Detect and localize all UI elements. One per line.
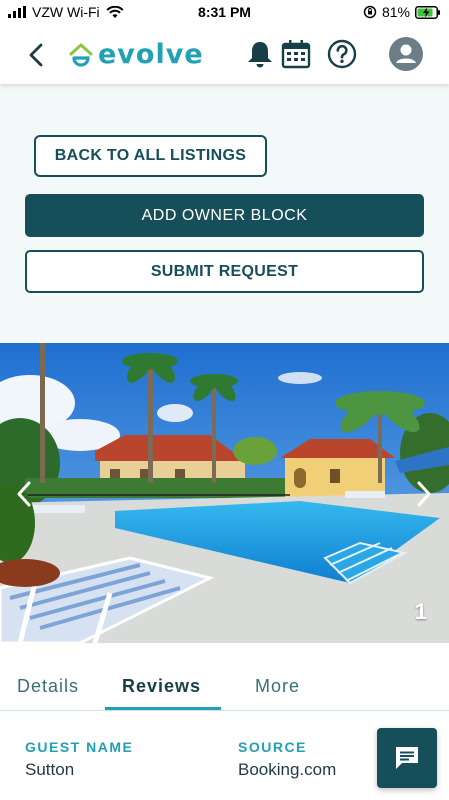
active-tab-indicator [105,707,221,710]
logo-text: evolve [98,39,204,70]
guest-name-label: GUEST NAME [25,739,134,755]
chat-icon [396,747,418,769]
next-photo-button[interactable] [410,477,438,511]
help-button[interactable] [325,37,359,71]
bell-icon [248,42,272,68]
submit-request-button[interactable]: SUBMIT REQUEST [25,250,424,293]
status-bar: VZW Wi-Fi 8:31 PM 81% [0,0,449,26]
tab-reviews[interactable]: Reviews [122,676,201,697]
app-header: evolve [0,26,449,84]
battery-percent: 81% [381,4,410,20]
photo-index: 1 [414,599,427,624]
previous-photo-button[interactable] [10,477,38,511]
chat-button[interactable] [377,728,437,788]
tab-details[interactable]: Details [17,676,79,697]
listing-tabs: Details Reviews More [0,643,449,711]
listing-photo-carousel[interactable]: 1 [0,343,449,643]
back-arrow-icon [29,43,43,67]
listing-photo [0,343,449,643]
add-owner-block-button[interactable]: ADD OWNER BLOCK [25,194,424,237]
calendar-icon [281,40,311,69]
orientation-lock-icon [363,5,377,19]
logo-mark-icon [69,43,93,67]
tab-more[interactable]: More [255,676,300,697]
battery-charging-icon [415,5,440,19]
back-button[interactable] [22,40,50,70]
chevron-left-icon [17,481,31,507]
back-to-all-listings-button[interactable]: BACK TO ALL LISTINGS [34,135,267,177]
calendar-button[interactable] [279,37,313,71]
chevron-right-icon [417,481,431,507]
source-value: Booking.com [238,760,337,779]
help-icon [327,39,357,69]
account-icon [389,37,423,71]
evolve-logo: evolve [68,39,204,70]
source-label: SOURCE [238,739,307,755]
account-button[interactable] [389,37,423,71]
notifications-button[interactable] [243,37,277,71]
listing-actions: BACK TO ALL LISTINGS ADD OWNER BLOCK SUB… [0,84,449,343]
status-right: 81% [363,4,441,20]
guest-name-value: Sutton [25,760,75,779]
